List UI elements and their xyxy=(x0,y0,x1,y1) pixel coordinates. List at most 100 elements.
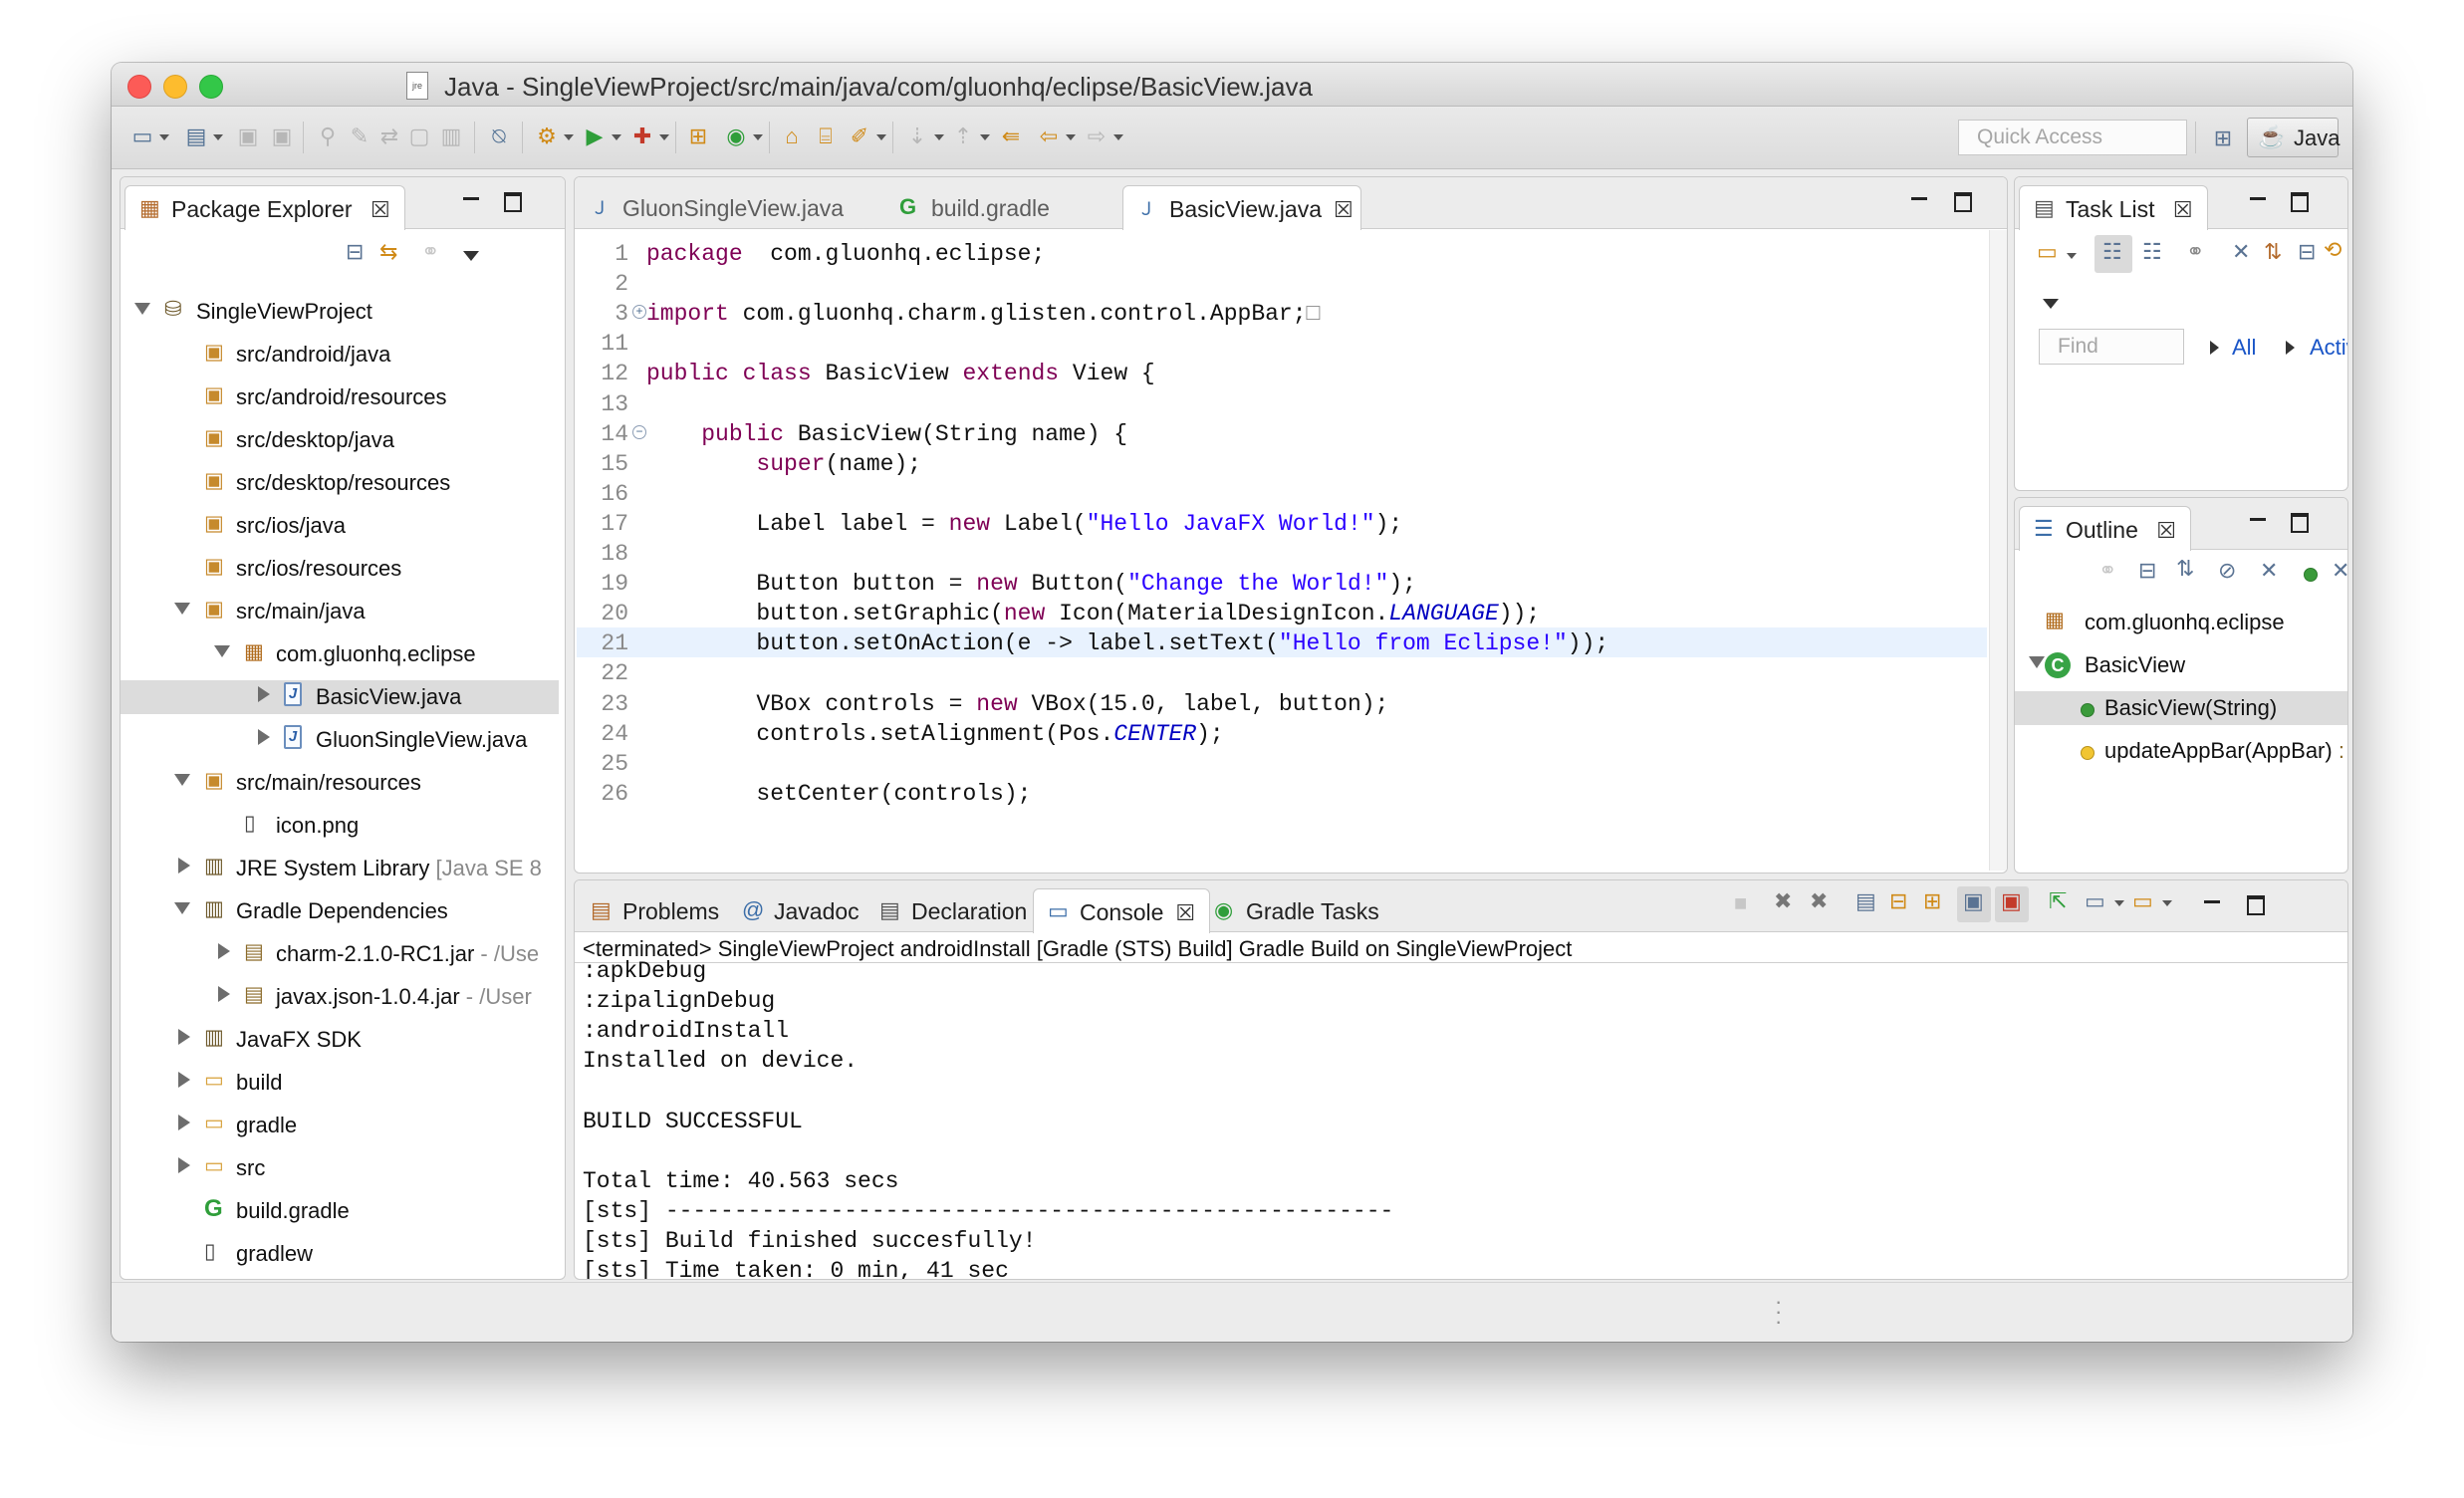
open-perspective-icon[interactable]: ⊞ xyxy=(2203,120,2243,157)
external-tools-icon[interactable]: ⚙ xyxy=(534,124,560,149)
tree-item[interactable]: ▯ icon.png xyxy=(121,809,559,843)
previous-annotation-icon[interactable]: ⇡ xyxy=(950,124,976,149)
quick-access-input[interactable]: Quick Access xyxy=(1958,120,2187,155)
collapsed-twisty-icon[interactable] xyxy=(218,943,230,959)
tree-item[interactable]: ⛁ SingleViewProject xyxy=(121,295,559,329)
activate-link[interactable]: Activat... xyxy=(2310,335,2347,361)
maximize-view-button[interactable] xyxy=(501,189,525,213)
tab-task-list[interactable]: ▤ Task List ☒ xyxy=(2019,185,2208,230)
link-with-editor-icon[interactable]: ⇆ xyxy=(379,239,397,265)
tree-item[interactable]: ▥ JRE System Library [Java SE 8 xyxy=(121,852,559,885)
tree-item[interactable]: J GluonSingleView.java xyxy=(121,723,559,757)
blocks-icon[interactable]: ▥ xyxy=(438,124,464,149)
clear-console-icon[interactable]: ▤ xyxy=(1855,888,1876,914)
editor-tab[interactable]: Ｊ GluonSingleView.java xyxy=(577,185,858,229)
close-icon[interactable]: ☒ xyxy=(1334,197,1354,222)
forward-icon[interactable]: ⇨ xyxy=(1084,124,1109,149)
minimize-task-list-button[interactable] xyxy=(2246,189,2270,213)
expanded-twisty-icon[interactable] xyxy=(2029,656,2045,668)
task-view-menu-icon[interactable] xyxy=(2043,299,2059,309)
tree-item[interactable]: Gbuild.gradle xyxy=(121,1194,559,1228)
collapsed-twisty-icon[interactable] xyxy=(258,729,270,745)
collapse-outline-icon[interactable]: ⊟ xyxy=(2138,558,2156,584)
hide-completed-icon[interactable]: ✕ xyxy=(2232,239,2250,265)
tree-item[interactable]: ▣ src/ios/java xyxy=(121,509,559,543)
collapsed-twisty-icon[interactable] xyxy=(178,1029,190,1045)
task-find-input[interactable]: Find xyxy=(2039,329,2184,365)
run-tool-dropdown-icon[interactable] xyxy=(659,134,669,140)
view-menu-icon[interactable] xyxy=(463,251,479,261)
show-on-output-icon[interactable]: ▣ xyxy=(1963,888,1984,914)
new-task-icon[interactable]: ▭ xyxy=(2037,239,2058,265)
run-icon[interactable]: ▶ xyxy=(582,124,608,149)
show-on-error-icon[interactable]: ▣ xyxy=(2001,888,2022,914)
hide-local-types-icon[interactable]: ✕ xyxy=(2332,558,2347,584)
maximize-console-button[interactable] xyxy=(2244,892,2268,916)
sort-icon[interactable]: ⇅ xyxy=(2176,556,2194,582)
tree-item[interactable]: ▭ build xyxy=(121,1066,559,1100)
scheduled-icon[interactable]: ☷ xyxy=(2142,239,2162,265)
tree-item[interactable]: ▣ src/ios/resources xyxy=(121,552,559,586)
remove-all-terminated-icon[interactable]: ✖ xyxy=(1810,888,1828,914)
editor-tab[interactable]: Gbuild.gradle xyxy=(885,185,1064,229)
tree-item[interactable]: ▤ javax.json-1.0.4.jar - /User xyxy=(121,980,559,1014)
tree-item[interactable]: ▭ gradle xyxy=(121,1109,559,1142)
terminal-icon[interactable]: ▢ xyxy=(406,124,432,149)
java-perspective-button[interactable]: ☕ Java xyxy=(2247,118,2340,157)
search-dropdown-icon[interactable] xyxy=(876,134,886,140)
scroll-lock-icon[interactable]: ⊟ xyxy=(1889,888,1907,914)
expanded-twisty-icon[interactable] xyxy=(214,645,230,657)
tree-item[interactable]: ▥ Gradle Dependencies xyxy=(121,894,559,928)
editor-vertical-scrollbar[interactable] xyxy=(1989,230,2007,871)
collapse-all-icon[interactable]: ⊟ xyxy=(346,239,364,265)
tree-item[interactable]: ▣ src/desktop/java xyxy=(121,423,559,457)
all-link[interactable]: All xyxy=(2232,335,2256,361)
expanded-twisty-icon[interactable] xyxy=(174,902,190,914)
minimize-editor-button[interactable] xyxy=(1907,189,1931,213)
close-window-button[interactable] xyxy=(127,75,151,99)
remove-launch-icon[interactable]: ✖ xyxy=(1774,888,1792,914)
code-area[interactable]: 1 package com.gluonhq.eclipse; 2 3 + import c… xyxy=(577,230,1987,871)
new-wizard-dropdown-icon[interactable] xyxy=(213,134,223,140)
hide-non-public-icon[interactable] xyxy=(2304,568,2318,582)
close-icon[interactable]: ☒ xyxy=(1175,900,1195,925)
save-all-icon[interactable]: ▣ xyxy=(269,124,295,149)
debug-skip-icon[interactable]: ⚲ xyxy=(315,124,341,149)
tree-item[interactable]: ▥ JavaFX SDK xyxy=(121,1023,559,1057)
last-edit-location-icon[interactable]: ⇚ xyxy=(998,124,1024,149)
pin-console-icon[interactable]: ⇱ xyxy=(2049,888,2067,914)
expanded-twisty-icon[interactable] xyxy=(174,603,190,615)
back-icon[interactable]: ⇦ xyxy=(1036,124,1062,149)
outline-item[interactable]: BasicView(String) xyxy=(2015,691,2347,725)
collapsed-twisty-icon[interactable] xyxy=(178,858,190,874)
collapse-tasks-icon[interactable]: ⊟ xyxy=(2298,239,2316,265)
maximize-task-list-button[interactable] xyxy=(2288,189,2312,213)
status-grip-icon[interactable]: · · · xyxy=(1775,1291,1782,1333)
word-wrap-icon[interactable]: ⊞ xyxy=(1923,888,1941,914)
outline-item[interactable]: C BasicView xyxy=(2015,648,2347,682)
save-icon[interactable]: ▣ xyxy=(235,124,261,149)
forward-dropdown-icon[interactable] xyxy=(1113,134,1123,140)
new-wizard-icon[interactable]: ▤ xyxy=(183,124,209,149)
external-tools-dropdown-icon[interactable] xyxy=(564,134,574,140)
maximize-editor-button[interactable] xyxy=(1951,189,1975,213)
open-console-dropdown-icon[interactable] xyxy=(2162,900,2172,906)
new-class-dropdown-icon[interactable] xyxy=(753,134,763,140)
collapsed-twisty-icon[interactable] xyxy=(258,686,270,702)
focus-outline-icon[interactable]: ⚭ xyxy=(2098,558,2116,584)
open-console-icon[interactable]: ▭ xyxy=(2132,888,2153,914)
bottom-tab[interactable]: ◉ Gradle Tasks xyxy=(1200,888,1393,932)
editor-tab[interactable]: Ｊ BasicView.java ☒ xyxy=(1122,185,1361,230)
collapsed-twisty-icon[interactable] xyxy=(178,1072,190,1088)
outline-item[interactable]: ▦ com.gluonhq.eclipse xyxy=(2015,606,2347,639)
expanded-twisty-icon[interactable] xyxy=(134,303,150,315)
close-icon[interactable]: ☒ xyxy=(2156,518,2176,543)
new-task-dropdown-icon[interactable] xyxy=(2067,253,2077,259)
minimize-outline-button[interactable] xyxy=(2246,510,2270,534)
synchronize-icon[interactable]: ⇅ xyxy=(2264,239,2282,265)
expand-fold-icon[interactable]: + xyxy=(632,305,646,320)
next-annotation-dropdown-icon[interactable] xyxy=(934,134,944,140)
minimize-view-button[interactable] xyxy=(459,189,483,213)
collapse-fold-icon[interactable]: − xyxy=(632,424,646,439)
collapsed-twisty-icon[interactable] xyxy=(178,1115,190,1130)
